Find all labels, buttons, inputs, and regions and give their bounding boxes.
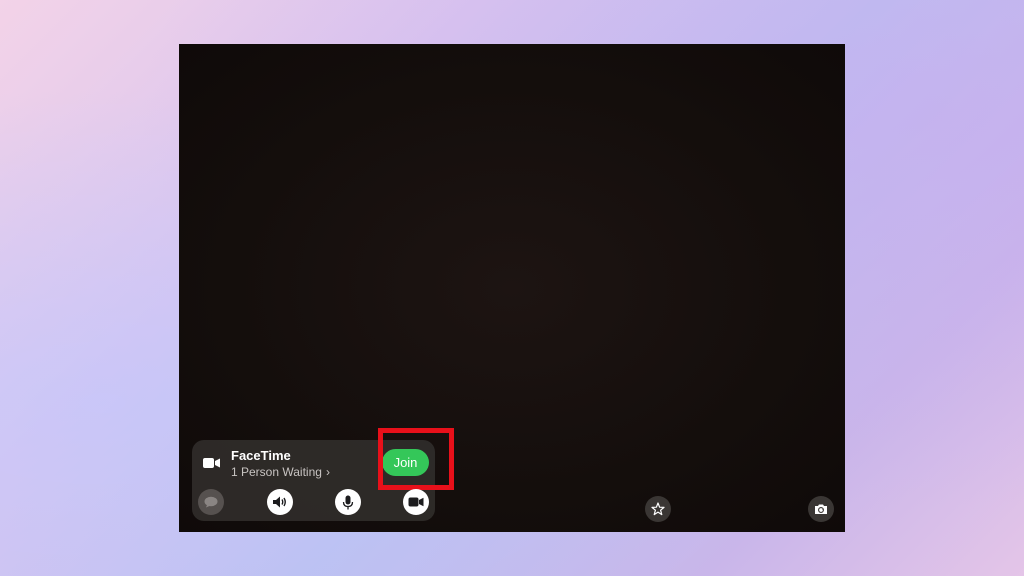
chevron-right-icon: › <box>325 465 330 479</box>
message-button[interactable] <box>198 489 224 515</box>
facetime-screen: FaceTime 1 Person Waiting › Join <box>179 44 845 532</box>
notification-subtitle[interactable]: 1 Person Waiting › <box>231 465 330 479</box>
effects-button[interactable] <box>645 496 671 522</box>
camera-flip-icon <box>815 504 827 514</box>
effects-star-icon <box>651 502 665 516</box>
speaker-icon <box>273 496 286 508</box>
camera-flip-button[interactable] <box>808 496 834 522</box>
join-button[interactable]: Join <box>382 449 429 476</box>
facetime-notification[interactable]: FaceTime 1 Person Waiting › Join <box>192 428 454 521</box>
message-icon <box>204 496 218 508</box>
video-camera-icon <box>408 497 424 507</box>
facetime-camera-icon <box>203 458 220 468</box>
video-button[interactable] <box>403 489 429 515</box>
speaker-button[interactable] <box>267 489 293 515</box>
waiting-status: 1 Person Waiting <box>231 465 322 479</box>
notification-header: FaceTime 1 Person Waiting › Join <box>192 428 454 490</box>
notification-title: FaceTime <box>231 448 291 463</box>
microphone-icon <box>342 495 354 509</box>
microphone-button[interactable] <box>335 489 361 515</box>
